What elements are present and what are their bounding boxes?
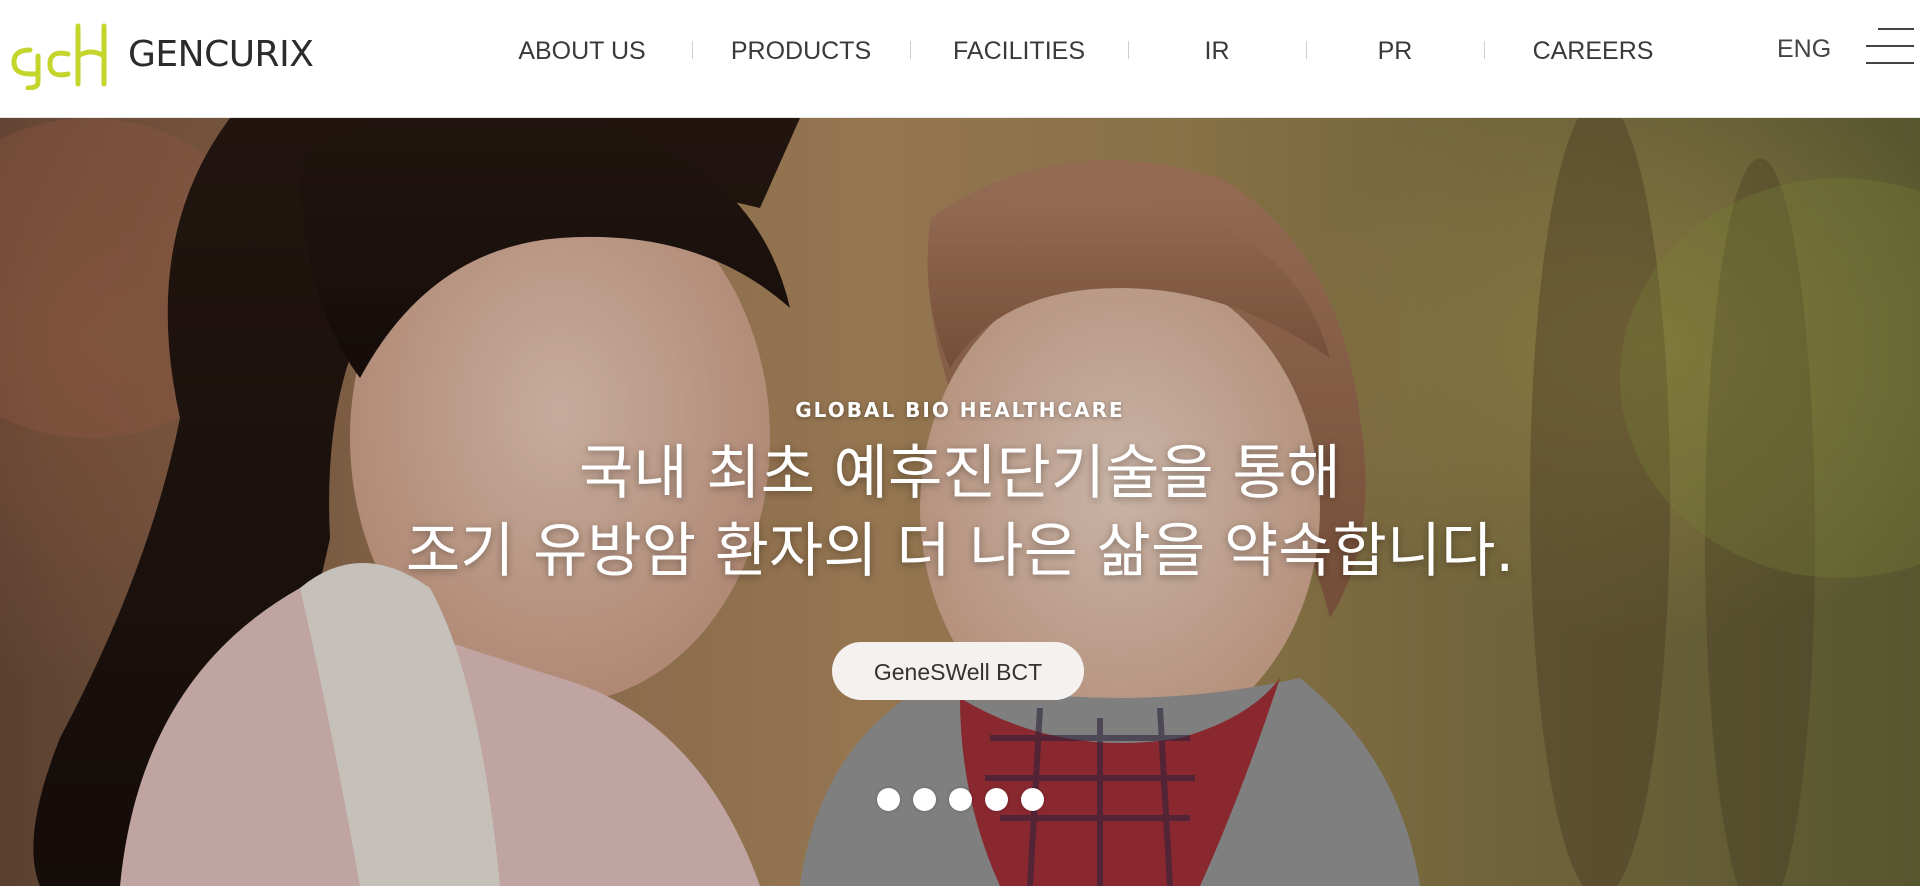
- hamburger-icon[interactable]: [1866, 26, 1914, 66]
- language-switch[interactable]: ENG: [1777, 32, 1831, 66]
- nav-divider: [1484, 41, 1485, 59]
- nav-divider: [1306, 41, 1307, 59]
- slide-dot-4[interactable]: [984, 788, 1008, 811]
- slide-dot-3[interactable]: [948, 788, 972, 811]
- brand-logo[interactable]: GENCURIX: [4, 20, 314, 90]
- hero-headline: 국내 최초 예후진단기술을 통해 조기 유방암 환자의 더 나은 삶을 약속합니…: [0, 434, 1920, 590]
- hamburger-line: [1866, 62, 1914, 64]
- nav-item-pr[interactable]: PR: [1378, 34, 1413, 68]
- hero-slider: GLOBAL BIO HEALTHCARE 국내 최초 예후진단기술을 통해 조…: [0, 118, 1920, 886]
- hero-headline-line-1: 국내 최초 예후진단기술을 통해: [579, 438, 1341, 507]
- hamburger-line: [1866, 45, 1914, 47]
- nav-item-products[interactable]: PRODUCTS: [731, 34, 871, 68]
- nav-item-facilities[interactable]: FACILITIES: [953, 34, 1085, 68]
- slider-pagination: [0, 788, 1920, 814]
- nav-item-careers[interactable]: CAREERS: [1533, 34, 1654, 68]
- slide-dot-2[interactable]: [912, 788, 936, 811]
- nav-divider: [692, 41, 693, 59]
- page: GENCURIX ABOUT US PRODUCTS FACILITIES IR…: [0, 0, 1920, 886]
- product-cta-button[interactable]: GeneSWell BCT: [832, 642, 1084, 700]
- hero-eyebrow: GLOBAL BIO HEALTHCARE: [795, 398, 1125, 422]
- nav-item-ir[interactable]: IR: [1205, 34, 1230, 68]
- hamburger-line: [1878, 28, 1914, 30]
- hero-headline-line-2: 조기 유방암 환자의 더 나은 삶을 약속합니다.: [405, 516, 1515, 585]
- gcx-logo-mark-icon: [11, 23, 107, 90]
- nav-divider: [910, 41, 911, 59]
- hero-content: GLOBAL BIO HEALTHCARE 국내 최초 예후진단기술을 통해 조…: [0, 118, 1920, 886]
- brand-name: GENCURIX: [128, 34, 314, 75]
- nav-item-about-us[interactable]: ABOUT US: [518, 34, 645, 68]
- site-header: GENCURIX ABOUT US PRODUCTS FACILITIES IR…: [0, 0, 1920, 118]
- slide-dot-5[interactable]: [1020, 788, 1044, 811]
- nav-divider: [1128, 41, 1129, 59]
- slide-dot-1[interactable]: [876, 788, 900, 811]
